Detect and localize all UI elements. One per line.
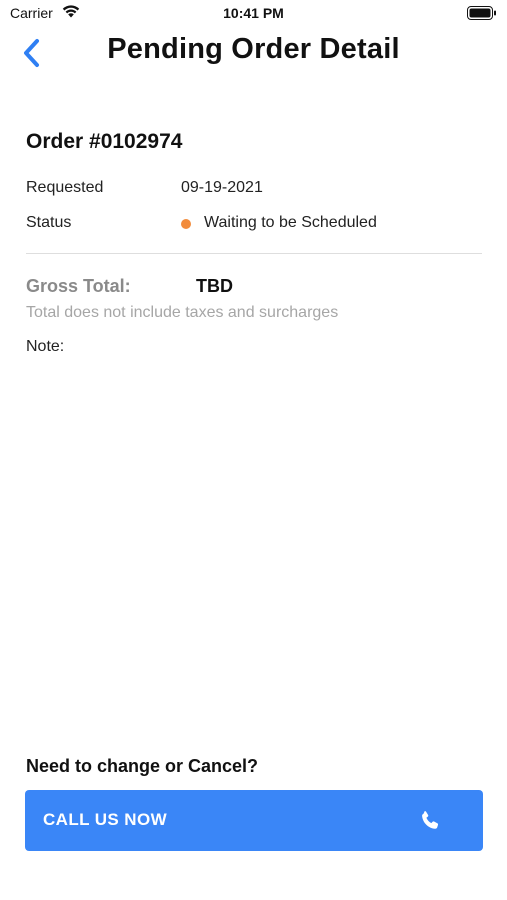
page-title: Pending Order Detail: [107, 33, 400, 65]
requested-label: Requested: [26, 179, 104, 196]
note-label: Note:: [26, 338, 65, 355]
status-indicator-dot: [181, 219, 191, 229]
call-button-label: CALL US NOW: [43, 810, 168, 829]
gross-total-value: TBD: [196, 276, 233, 296]
gross-total-label: Gross Total:: [26, 276, 131, 296]
taxes-disclaimer: Total does not include taxes and surchar…: [26, 304, 339, 321]
change-cancel-heading: Need to change or Cancel?: [26, 756, 259, 776]
requested-value: 09-19-2021: [181, 179, 263, 196]
status-bar: Carrier 10:41 PM: [0, 0, 507, 28]
battery-icon: [467, 6, 496, 20]
status-value: Waiting to be Scheduled: [204, 214, 377, 231]
status-time: 10:41 PM: [223, 5, 284, 21]
order-number: Order #0102974: [26, 130, 183, 153]
phone-icon: [422, 811, 439, 829]
call-us-now-button[interactable]: CALL US NOW: [25, 790, 483, 851]
status-label: Status: [26, 214, 72, 231]
divider: [26, 253, 482, 254]
